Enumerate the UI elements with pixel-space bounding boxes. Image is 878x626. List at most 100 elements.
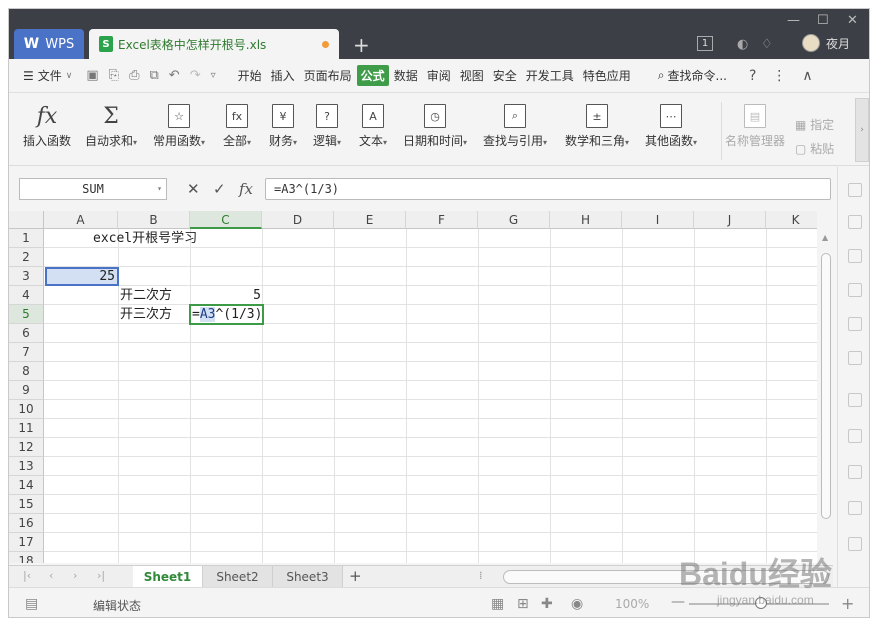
star-icon[interactable] [848,351,862,365]
scroll-up-icon[interactable]: ▲ [822,233,828,242]
row-header-18[interactable]: 18 [9,552,44,563]
prev-sheet-icon[interactable]: ‹ [49,569,53,582]
tab-data[interactable]: 数据 [390,65,422,86]
spreadsheet-grid[interactable]: A B C D E F G H I J K 1 2 3 4 5 6 7 8 9 … [9,211,817,563]
other-functions-button[interactable]: ⋯ 其他函数▾ [645,104,697,149]
print-icon[interactable]: ⎙ [129,68,139,83]
row-header-8[interactable]: 8 [9,362,44,381]
zoom-level[interactable]: 100% [615,597,649,611]
select-tool-icon[interactable] [848,183,862,197]
tab-special[interactable]: 特色应用 [579,65,635,86]
redo-icon[interactable]: ↷ [190,68,201,83]
chevron-down-icon[interactable]: ▾ [157,179,162,199]
row-header-15[interactable]: 15 [9,495,44,514]
next-sheet-icon[interactable]: › [73,569,77,582]
cell-c4[interactable]: 5 [191,286,261,305]
minimize-icon[interactable]: — [787,13,800,28]
column-header-i[interactable]: I [622,211,694,229]
first-sheet-icon[interactable]: |‹ [23,569,31,582]
row-header-4[interactable]: 4 [9,286,44,305]
row-header-3[interactable]: 3 [9,267,44,286]
print-preview-icon[interactable]: ⧉ [149,68,158,83]
ribbon-scroll-right-icon[interactable]: › [855,98,869,162]
autosum-button[interactable]: Σ 自动求和▾ [85,104,137,149]
skin-icon[interactable]: ◐ [737,37,748,52]
row-header-17[interactable]: 17 [9,533,44,552]
share-icon[interactable] [848,429,862,443]
confirm-formula-icon[interactable]: ✓ [213,180,226,198]
zoom-in-icon[interactable]: + [841,594,854,613]
tab-review[interactable]: 审阅 [423,65,455,86]
customize-dropdown-icon[interactable]: ▿ [211,70,216,81]
shapes-icon[interactable] [848,215,862,229]
page-break-view-icon[interactable]: ⊞ [517,596,529,612]
name-manager-button[interactable]: ▤ 名称管理器 [725,104,785,149]
row-header-6[interactable]: 6 [9,324,44,343]
lookup-functions-button[interactable]: ⌕ 查找与引用▾ [483,104,547,149]
column-header-g[interactable]: G [478,211,550,229]
column-header-k[interactable]: K [766,211,817,229]
specify-button[interactable]: ▦ 指定 [795,116,834,133]
row-header-10[interactable]: 10 [9,400,44,419]
maximize-icon[interactable]: ☐ [817,13,829,28]
row-header-9[interactable]: 9 [9,381,44,400]
shirt-icon[interactable]: ♢ [761,37,773,52]
row-header-11[interactable]: 11 [9,419,44,438]
tab-home[interactable]: 开始 [234,65,266,86]
column-header-j[interactable]: J [694,211,766,229]
row-header-1[interactable]: 1 [9,229,44,248]
tab-page-layout[interactable]: 页面布局 [300,65,356,86]
row-header-14[interactable]: 14 [9,476,44,495]
column-header-e[interactable]: E [334,211,406,229]
comment-icon[interactable] [848,283,862,297]
row-header-2[interactable]: 2 [9,248,44,267]
tab-formulas[interactable]: 公式 [356,65,389,86]
normal-view-icon[interactable]: ▦ [491,596,504,612]
document-tab[interactable]: S Excel表格中怎样开根号.xls [89,29,339,59]
tab-developer[interactable]: 开发工具 [522,65,578,86]
undo-icon[interactable]: ↶ [169,68,180,83]
column-header-f[interactable]: F [406,211,478,229]
column-header-b[interactable]: B [118,211,190,229]
math-functions-button[interactable]: ± 数学和三角▾ [565,104,629,149]
cell-b5[interactable]: 开三次方 [120,305,172,324]
column-header-d[interactable]: D [262,211,334,229]
cell-b4[interactable]: 开二次方 [120,286,172,305]
vertical-scrollbar[interactable]: ▲ [819,229,833,569]
cancel-formula-icon[interactable]: ✕ [187,180,200,198]
row-header-12[interactable]: 12 [9,438,44,457]
page-layout-view-icon[interactable]: ✚ [541,596,553,612]
name-box[interactable]: SUM ▾ [19,178,167,200]
format-painter-icon[interactable]: ⎘ [109,68,119,83]
user-account[interactable]: 夜月 [802,34,850,52]
tab-security[interactable]: 安全 [489,65,521,86]
history-icon[interactable] [848,537,862,551]
paste-name-button[interactable]: ▢ 粘贴 [795,140,834,157]
cell-c5-editor[interactable]: =A3^(1/3) [192,305,262,324]
archive-icon[interactable] [848,393,862,407]
sheet-tab-sheet3[interactable]: Sheet3 [273,566,343,588]
row-header-7[interactable]: 7 [9,343,44,362]
image-icon[interactable] [848,465,862,479]
close-icon[interactable]: ✕ [847,13,858,28]
column-header-a[interactable]: A [44,211,118,229]
all-functions-button[interactable]: fx 全部▾ [223,104,251,149]
file-menu[interactable]: ☰ 文件 ∨ [23,67,72,84]
column-header-h[interactable]: H [550,211,622,229]
cell-a3[interactable]: 25 [45,267,117,286]
macro-record-icon[interactable]: ▤ [25,596,38,612]
select-all-corner[interactable] [9,211,44,229]
new-tab-plus-icon[interactable]: + [353,33,370,57]
shield-icon[interactable] [848,501,862,515]
help-icon[interactable]: ? [749,68,756,84]
datetime-functions-button[interactable]: ◷ 日期和时间▾ [403,104,467,149]
sheet-tab-sheet2[interactable]: Sheet2 [203,566,273,588]
cell-a1[interactable]: excel开根号学习 [93,229,197,248]
add-sheet-icon[interactable]: + [349,567,362,585]
formula-input[interactable]: =A3^(1/3) [265,178,831,200]
insert-function-button[interactable]: fx 插入函数 [23,104,71,149]
wps-home-tab[interactable]: W WPS [14,29,84,59]
fx-icon[interactable]: fx [239,180,253,198]
collapse-ribbon-icon[interactable]: ∧ [802,68,812,84]
vertical-scroll-thumb[interactable] [821,253,831,519]
